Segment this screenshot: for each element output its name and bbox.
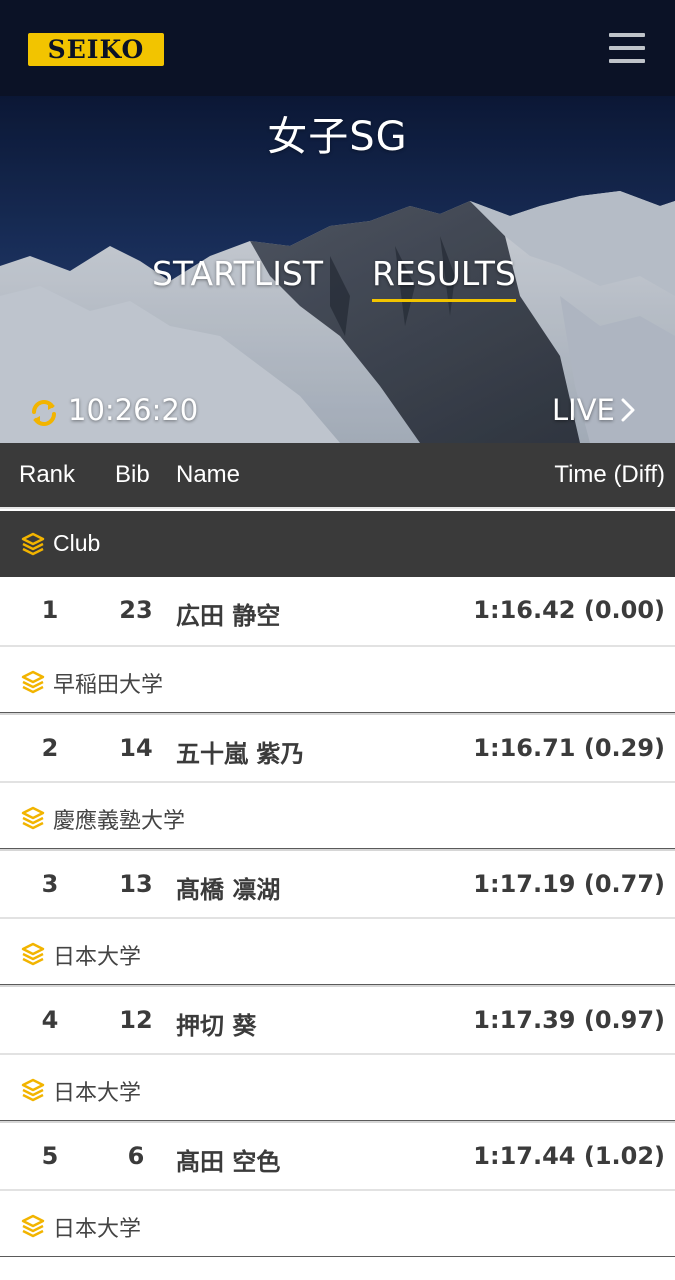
column-header-time[interactable]: Time (Diff)	[554, 461, 665, 489]
athlete-name-cell: 五十嵐 紫乃	[176, 740, 305, 768]
rank-cell: 3	[41, 870, 59, 898]
time-diff-cell: 1:17.44 (1.02)	[473, 1142, 665, 1170]
table-row[interactable]: 2 14 五十嵐 紫乃 1:16.71 (0.29)	[0, 713, 675, 781]
rank-cell: 4	[41, 1006, 59, 1034]
time-diff-cell: 1:17.39 (0.97)	[473, 1006, 665, 1034]
layers-icon	[21, 942, 45, 966]
refresh-icon[interactable]	[28, 397, 60, 429]
results-table-header: Rank Bib Name Time (Diff)	[0, 443, 675, 509]
hero-banner: 女子SG STARTLIST RESULTS 10:26:20 LIVE	[0, 96, 675, 443]
club-row: 日本大学	[0, 917, 675, 985]
athlete-name-cell: 髙田 空色	[176, 1148, 281, 1176]
club-name: 日本大学	[53, 1081, 142, 1106]
results-list: 1 23 広田 静空 1:16.42 (0.00) 早稲田大学 2 14 五十嵐 紫乃 1:16…	[0, 577, 675, 1257]
club-row: 慶應義塾大学	[0, 781, 675, 849]
live-label: LIVE	[552, 393, 615, 427]
layers-icon	[21, 1078, 45, 1102]
svg-text:SEIKO: SEIKO	[48, 36, 145, 63]
chevron-right-icon	[621, 398, 635, 422]
layers-icon	[21, 532, 45, 556]
rank-cell: 1	[41, 596, 59, 624]
club-row: 早稲田大学	[0, 645, 675, 713]
club-name: 早稲田大学	[53, 673, 164, 698]
table-row[interactable]: 5 6 髙田 空色 1:17.44 (1.02)	[0, 1121, 675, 1189]
hamburger-menu-icon[interactable]	[606, 30, 648, 66]
athlete-name-cell: 髙橋 凛湖	[176, 876, 281, 904]
tab-results[interactable]: RESULTS	[372, 254, 516, 302]
bib-cell: 23	[119, 596, 153, 624]
result-entry: 4 12 押切 葵 1:17.39 (0.97) 日本大学	[0, 985, 675, 1121]
column-header-rank[interactable]: Rank	[19, 461, 75, 489]
table-row[interactable]: 4 12 押切 葵 1:17.39 (0.97)	[0, 985, 675, 1053]
event-title: 女子SG	[267, 114, 408, 160]
result-entry: 5 6 髙田 空色 1:17.44 (1.02) 日本大学	[0, 1121, 675, 1257]
seiko-logo[interactable]: SEIKO	[28, 33, 164, 66]
column-header-bib[interactable]: Bib	[115, 461, 150, 489]
athlete-name-cell: 押切 葵	[176, 1012, 257, 1040]
bib-cell: 12	[119, 1006, 153, 1034]
bib-cell: 14	[119, 734, 153, 762]
rank-cell: 2	[41, 734, 59, 762]
seiko-logo-mark: SEIKO	[31, 36, 161, 63]
status-bar: 10:26:20 LIVE	[0, 391, 675, 435]
top-bar: SEIKO	[0, 0, 675, 96]
time-diff-cell: 1:16.42 (0.00)	[473, 596, 665, 624]
layers-icon	[21, 806, 45, 830]
club-group-header: Club	[0, 511, 675, 577]
result-entry: 3 13 髙橋 凛湖 1:17.19 (0.77) 日本大学	[0, 849, 675, 985]
group-label: Club	[53, 530, 101, 556]
tab-startlist[interactable]: STARTLIST	[152, 254, 323, 293]
club-row: 日本大学	[0, 1053, 675, 1121]
rank-cell: 5	[41, 1142, 59, 1170]
view-tabs: STARTLIST RESULTS	[0, 254, 675, 306]
time-diff-cell: 1:17.19 (0.77)	[473, 870, 665, 898]
table-row[interactable]: 1 23 広田 静空 1:16.42 (0.00)	[0, 577, 675, 645]
live-button[interactable]: LIVE	[552, 393, 635, 427]
layers-icon	[21, 670, 45, 694]
time-diff-cell: 1:16.71 (0.29)	[473, 734, 665, 762]
result-entry: 2 14 五十嵐 紫乃 1:16.71 (0.29) 慶應義塾大学	[0, 713, 675, 849]
club-name: 日本大学	[53, 945, 142, 970]
layers-icon	[21, 1214, 45, 1238]
club-row: 日本大学	[0, 1189, 675, 1257]
club-name: 慶應義塾大学	[53, 809, 186, 834]
club-name: 日本大学	[53, 1217, 142, 1242]
bib-cell: 6	[127, 1142, 145, 1170]
last-updated-time: 10:26:20	[68, 393, 199, 427]
athlete-name-cell: 広田 静空	[176, 602, 281, 630]
column-header-name[interactable]: Name	[176, 461, 240, 489]
bib-cell: 13	[119, 870, 153, 898]
result-entry: 1 23 広田 静空 1:16.42 (0.00) 早稲田大学	[0, 577, 675, 713]
table-row[interactable]: 3 13 髙橋 凛湖 1:17.19 (0.77)	[0, 849, 675, 917]
